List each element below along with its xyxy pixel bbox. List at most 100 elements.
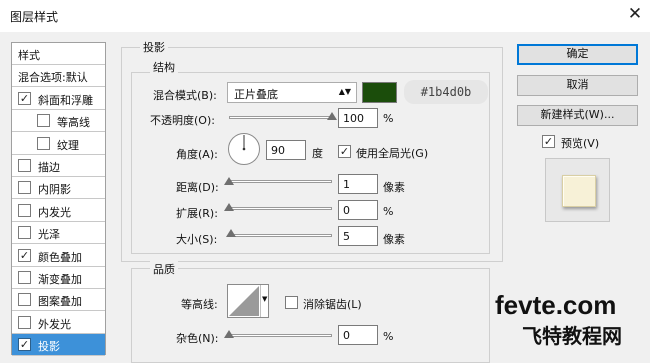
- sidebar-item-checkbox[interactable]: [18, 293, 31, 306]
- opacity-slider-thumb[interactable]: [327, 112, 337, 120]
- style-preview: [545, 158, 610, 222]
- distance-unit: 像素: [383, 181, 405, 194]
- sidebar-item-checkbox[interactable]: [18, 271, 31, 284]
- sidebar-item[interactable]: 混合选项:默认: [12, 65, 105, 87]
- sidebar-item-label: 纹理: [57, 139, 79, 152]
- global-light-label: 使用全局光(G): [356, 147, 429, 160]
- sidebar-item-checkbox[interactable]: ✓: [18, 92, 31, 105]
- opacity-slider-track[interactable]: [229, 116, 332, 119]
- contour-picker[interactable]: ▼: [227, 284, 269, 318]
- sidebar-item-checkbox[interactable]: [18, 159, 31, 172]
- contour-label: 等高线:: [181, 298, 218, 311]
- opacity-label: 不透明度(O):: [150, 114, 215, 127]
- sidebar-item[interactable]: 样式: [12, 43, 105, 65]
- size-input[interactable]: 5: [338, 226, 378, 246]
- spread-slider-thumb[interactable]: [224, 203, 234, 211]
- opacity-input[interactable]: 100: [338, 108, 378, 128]
- spread-input[interactable]: 0: [338, 200, 378, 220]
- spread-slider-track[interactable]: [229, 207, 332, 210]
- preview-label: 预览(V): [561, 137, 600, 150]
- angle-label: 角度(A):: [176, 148, 218, 161]
- size-unit: 像素: [383, 233, 405, 246]
- angle-dial[interactable]: [227, 132, 261, 166]
- sidebar-item-label: 斜面和浮雕: [38, 94, 93, 107]
- linear-contour-icon: [229, 286, 259, 316]
- quality-title: 品质: [150, 261, 178, 277]
- anti-alias-checkbox[interactable]: [285, 296, 298, 309]
- noise-slider-track[interactable]: [229, 334, 332, 337]
- sidebar-item[interactable]: 纹理: [12, 133, 105, 155]
- noise-input[interactable]: 0: [338, 325, 378, 345]
- shadow-color-swatch[interactable]: [362, 82, 397, 103]
- watermark-site: fevte.com: [495, 290, 617, 320]
- preview-checkbox[interactable]: ✓: [542, 135, 555, 148]
- quality-group: [131, 268, 490, 363]
- angle-unit: 度: [312, 147, 323, 160]
- noise-label: 杂色(N):: [176, 332, 219, 345]
- sidebar-item[interactable]: 图案叠加: [12, 289, 105, 311]
- size-slider-track[interactable]: [229, 234, 332, 237]
- noise-slider-thumb[interactable]: [224, 330, 234, 338]
- select-arrows-icon: ▲▼: [338, 87, 351, 96]
- sidebar-item-checkbox[interactable]: [37, 114, 50, 127]
- window-title: 图层样式: [10, 10, 59, 24]
- drop-shadow-title: 投影: [140, 39, 168, 55]
- sidebar-item-label: 投影: [38, 340, 60, 353]
- sidebar-item[interactable]: ✓ 颜色叠加: [12, 245, 105, 267]
- blend-mode-label: 混合模式(B):: [153, 89, 217, 102]
- chevron-down-icon: ▼: [262, 295, 268, 303]
- size-label: 大小(S):: [176, 233, 218, 246]
- spread-unit: %: [383, 205, 394, 218]
- noise-unit: %: [383, 330, 394, 343]
- watermark-name: 飞特教程网: [522, 326, 622, 348]
- new-style-button[interactable]: 新建样式(W)...: [517, 105, 638, 126]
- sidebar-item-checkbox[interactable]: [18, 316, 31, 329]
- sidebar-item-checkbox[interactable]: [18, 181, 31, 194]
- sidebar-item-label: 描边: [38, 161, 60, 174]
- size-slider-thumb[interactable]: [226, 229, 236, 237]
- sidebar-item[interactable]: 等高线: [12, 110, 105, 132]
- sidebar-item-label: 样式: [18, 49, 40, 62]
- distance-input[interactable]: 1: [338, 174, 378, 194]
- sidebar-item[interactable]: 内发光: [12, 200, 105, 222]
- sidebar-item[interactable]: 渐变叠加: [12, 267, 105, 289]
- distance-slider-track[interactable]: [229, 180, 332, 183]
- preview-swatch: [562, 175, 596, 207]
- sidebar-item[interactable]: 外发光: [12, 312, 105, 334]
- sidebar-item[interactable]: ✓ 投影: [12, 334, 105, 356]
- sidebar-item[interactable]: ✓ 斜面和浮雕: [12, 88, 105, 110]
- sidebar-item[interactable]: 描边: [12, 155, 105, 177]
- title-bar: [0, 0, 650, 32]
- sidebar-item-label: 混合选项:默认: [18, 71, 88, 84]
- contour-dropdown[interactable]: ▼: [260, 285, 269, 317]
- global-light-checkbox[interactable]: ✓: [338, 145, 351, 158]
- distance-slider-thumb[interactable]: [224, 177, 234, 185]
- sidebar-item-checkbox[interactable]: ✓: [18, 249, 31, 262]
- sidebar-item-label: 光泽: [38, 228, 60, 241]
- sidebar-item-label: 外发光: [38, 318, 71, 331]
- cancel-button[interactable]: 取消: [517, 75, 638, 96]
- sidebar-item-label: 内阴影: [38, 183, 71, 196]
- distance-label: 距离(D):: [176, 181, 219, 194]
- sidebar-item[interactable]: 光泽: [12, 222, 105, 244]
- angle-input[interactable]: 90: [266, 140, 306, 160]
- blend-mode-value: 正片叠底: [234, 88, 278, 101]
- sidebar-item-checkbox[interactable]: ✓: [18, 338, 31, 351]
- sidebar-item-label: 颜色叠加: [38, 251, 82, 264]
- sidebar-item-checkbox[interactable]: [18, 204, 31, 217]
- sidebar-item-label: 渐变叠加: [38, 273, 82, 286]
- blend-mode-select[interactable]: 正片叠底 ▲▼: [227, 82, 357, 103]
- sidebar-item-label: 等高线: [57, 116, 90, 129]
- sidebar-item-checkbox[interactable]: [37, 137, 50, 150]
- spread-label: 扩展(R):: [176, 207, 218, 220]
- sidebar-item-label: 内发光: [38, 206, 71, 219]
- sidebar-item-checkbox[interactable]: [18, 226, 31, 239]
- style-list: 样式混合选项:默认 ✓ 斜面和浮雕等高线纹理描边内阴影内发光光泽 ✓ 颜色叠加渐变叠加图…: [11, 42, 106, 356]
- color-hex-label: #1b4d0b: [404, 80, 488, 104]
- close-icon[interactable]: ✕: [624, 3, 646, 25]
- opacity-unit: %: [383, 112, 394, 125]
- sidebar-item[interactable]: 内阴影: [12, 177, 105, 199]
- anti-alias-label: 消除锯齿(L): [303, 298, 362, 311]
- sidebar-item-label: 图案叠加: [38, 295, 82, 308]
- ok-button[interactable]: 确定: [517, 44, 638, 65]
